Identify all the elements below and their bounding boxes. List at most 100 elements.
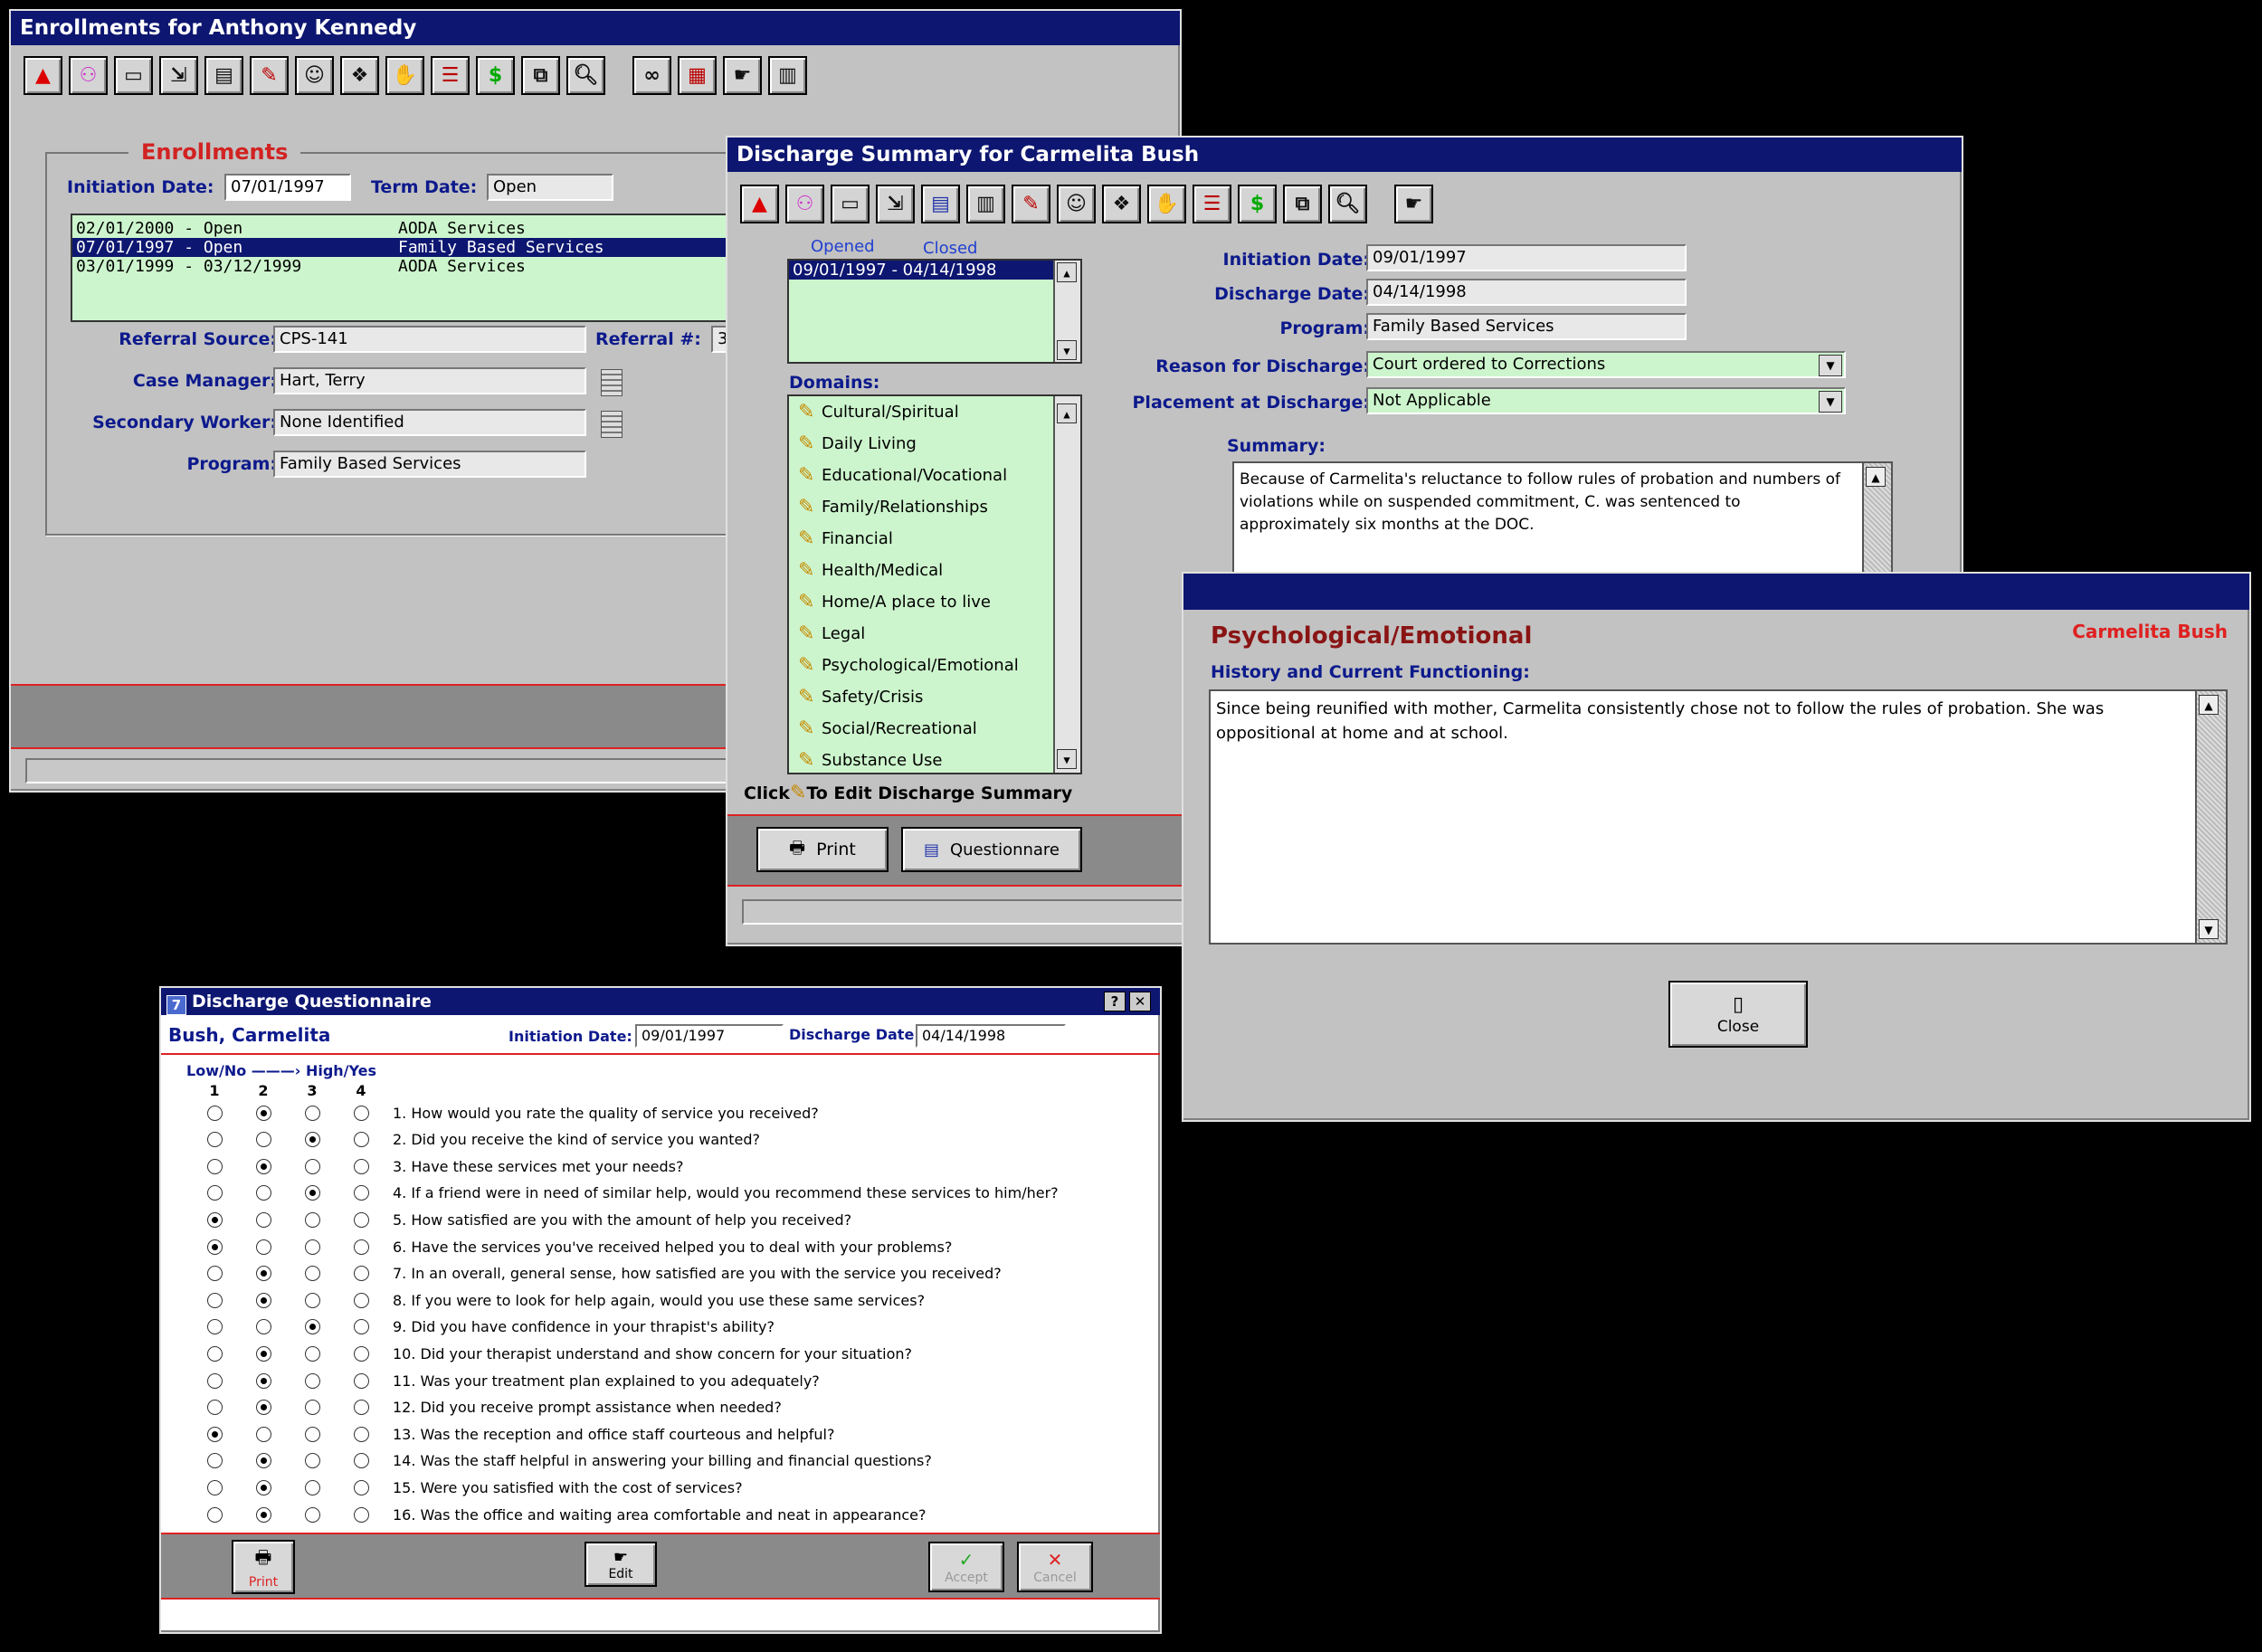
history-scrollbar[interactable]: ▲ ▼ <box>2195 691 2226 943</box>
rating-radio-3[interactable] <box>304 1345 320 1362</box>
rating-radio-4[interactable] <box>353 1239 369 1255</box>
rating-radio-3[interactable] <box>304 1426 320 1442</box>
list-icon[interactable]: ☰ <box>431 56 470 95</box>
rating-radio-1[interactable] <box>206 1345 223 1362</box>
domain-item[interactable]: ✎ Health/Medical <box>789 555 1055 586</box>
rating-radio-1[interactable] <box>206 1105 223 1121</box>
domain-item[interactable]: ✎ Home/A place to live <box>789 586 1055 618</box>
reason-select[interactable]: Court ordered to Corrections ▼ <box>1366 351 1846 378</box>
list-icon[interactable]: ☰ <box>1193 185 1231 223</box>
case-manager-picker-icon[interactable] <box>601 369 623 396</box>
rating-radio-1[interactable] <box>206 1132 223 1148</box>
q-edit-button[interactable]: ☛ Edit <box>585 1542 657 1587</box>
domain-item[interactable]: ✎ Psychological/Emotional <box>789 650 1055 681</box>
rating-radio-4[interactable] <box>353 1105 369 1121</box>
rating-radio-2[interactable] <box>255 1479 271 1495</box>
rating-radio-4[interactable] <box>353 1132 369 1148</box>
domain-item[interactable]: ✎ Family/Relationships <box>789 491 1055 523</box>
screen-icon[interactable]: ▭ <box>831 185 870 223</box>
rating-radio-1[interactable] <box>206 1372 223 1389</box>
rating-radio-1[interactable] <box>206 1400 223 1416</box>
domain-item[interactable]: ✎ Financial <box>789 523 1055 555</box>
rating-radio-2[interactable] <box>255 1426 271 1442</box>
rating-radio-3[interactable] <box>304 1506 320 1523</box>
rating-radio-3[interactable] <box>304 1479 320 1495</box>
rating-radio-1[interactable] <box>206 1266 223 1282</box>
notes-icon[interactable]: ✎ <box>250 56 289 95</box>
rating-radio-1[interactable] <box>206 1426 223 1442</box>
pencil-icon[interactable]: ✎ <box>798 717 814 742</box>
edit-hand-icon[interactable]: ☛ <box>1394 185 1433 223</box>
binoculars-icon[interactable]: ∞ <box>632 56 671 95</box>
domain-item[interactable]: ✎ Educational/Vocational <box>789 460 1055 491</box>
tokens-icon[interactable]: ❖ <box>340 56 379 95</box>
rating-radio-2[interactable] <box>255 1453 271 1469</box>
program-field[interactable]: Family Based Services <box>273 451 586 478</box>
copy-icon[interactable]: ⧉ <box>521 56 560 95</box>
rating-radio-1[interactable] <box>206 1211 223 1228</box>
pencil-icon[interactable]: ✎ <box>798 653 814 679</box>
pencil-icon[interactable]: ✎ <box>798 463 814 489</box>
rating-radio-1[interactable] <box>206 1479 223 1495</box>
rating-radio-4[interactable] <box>353 1185 369 1201</box>
rating-radio-3[interactable] <box>304 1292 320 1308</box>
term-date-field[interactable]: Open <box>487 174 613 201</box>
referral-source-field[interactable]: CPS-141 <box>273 326 586 353</box>
chevron-down-icon[interactable]: ▼ <box>1819 355 1842 376</box>
handshake-icon[interactable]: ✋ <box>385 56 424 95</box>
rating-radio-1[interactable] <box>206 1453 223 1469</box>
rating-radio-4[interactable] <box>353 1266 369 1282</box>
rating-radio-3[interactable] <box>304 1185 320 1201</box>
domain-item[interactable]: ✎ Substance Use <box>789 745 1055 773</box>
home-icon[interactable]: ▲ <box>740 185 779 223</box>
domain-item[interactable]: ✎ Daily Living <box>789 428 1055 460</box>
ds-program-field[interactable]: Family Based Services <box>1366 313 1687 340</box>
pencil-icon[interactable]: ✎ <box>798 685 814 710</box>
folders-icon[interactable]: ▤ <box>204 56 243 95</box>
history-textarea[interactable]: Since being reunified with mother, Carme… <box>1209 689 2228 945</box>
q-cancel-button[interactable]: ✕ Cancel <box>1017 1542 1093 1592</box>
rating-radio-4[interactable] <box>353 1345 369 1362</box>
rating-radio-2[interactable] <box>255 1266 271 1282</box>
rating-radio-1[interactable] <box>206 1319 223 1335</box>
rating-radio-3[interactable] <box>304 1105 320 1121</box>
domain-item[interactable]: ✎ Safety/Crisis <box>789 681 1055 713</box>
rating-radio-4[interactable] <box>353 1426 369 1442</box>
calendar-icon[interactable]: ▤ <box>921 185 960 223</box>
placement-select[interactable]: Not Applicable ▼ <box>1366 387 1846 414</box>
enrollment-row[interactable]: 02/01/2000 - Open AODA Services <box>72 219 756 238</box>
family-tree-icon[interactable]: ⚇ <box>69 56 108 95</box>
secondary-worker-picker-icon[interactable] <box>601 411 623 438</box>
pencil-icon[interactable]: ✎ <box>798 558 814 584</box>
q-accept-button[interactable]: ✓ Accept <box>928 1542 1004 1592</box>
print-button[interactable]: 🖶 Print <box>756 827 889 872</box>
rating-radio-4[interactable] <box>353 1292 369 1308</box>
edit-hand-icon[interactable]: ☛ <box>723 56 762 95</box>
rating-radio-2[interactable] <box>255 1372 271 1389</box>
rating-radio-2[interactable] <box>255 1292 271 1308</box>
rating-radio-4[interactable] <box>353 1319 369 1335</box>
pencil-icon[interactable]: ✎ <box>798 590 814 615</box>
rating-radio-4[interactable] <box>353 1211 369 1228</box>
people-icon[interactable]: ☺ <box>1057 185 1096 223</box>
q-initiation-field[interactable]: 09/01/1997 <box>635 1024 784 1048</box>
ds-initiation-field[interactable]: 09/01/1997 <box>1366 244 1687 271</box>
rating-radio-2[interactable] <box>255 1211 271 1228</box>
document-icon[interactable]: ▦ <box>678 56 717 95</box>
tokens-icon[interactable]: ❖ <box>1102 185 1141 223</box>
questionnaire-button[interactable]: ▤ Questionnare <box>901 827 1082 872</box>
enrollment-row-selected[interactable]: 07/01/1997 - Open Family Based Services <box>72 238 756 257</box>
period-list[interactable]: 09/01/1997 - 04/14/1998 ▲ ▼ <box>787 259 1082 364</box>
secondary-worker-field[interactable]: None Identified <box>273 409 586 436</box>
dollar-icon[interactable]: $ <box>476 56 515 95</box>
initiation-date-field[interactable]: 07/01/1997 <box>224 174 351 201</box>
rating-radio-2[interactable] <box>255 1105 271 1121</box>
copy-icon[interactable]: ⧉ <box>1283 185 1322 223</box>
referral-icon[interactable]: ⇲ <box>876 185 915 223</box>
pencil-icon[interactable]: ✎ <box>798 400 814 425</box>
rating-radio-2[interactable] <box>255 1319 271 1335</box>
rating-radio-1[interactable] <box>206 1158 223 1174</box>
pencil-icon[interactable]: ✎ <box>798 432 814 457</box>
notes-icon[interactable]: ✎ <box>1012 185 1050 223</box>
rating-radio-3[interactable] <box>304 1400 320 1416</box>
